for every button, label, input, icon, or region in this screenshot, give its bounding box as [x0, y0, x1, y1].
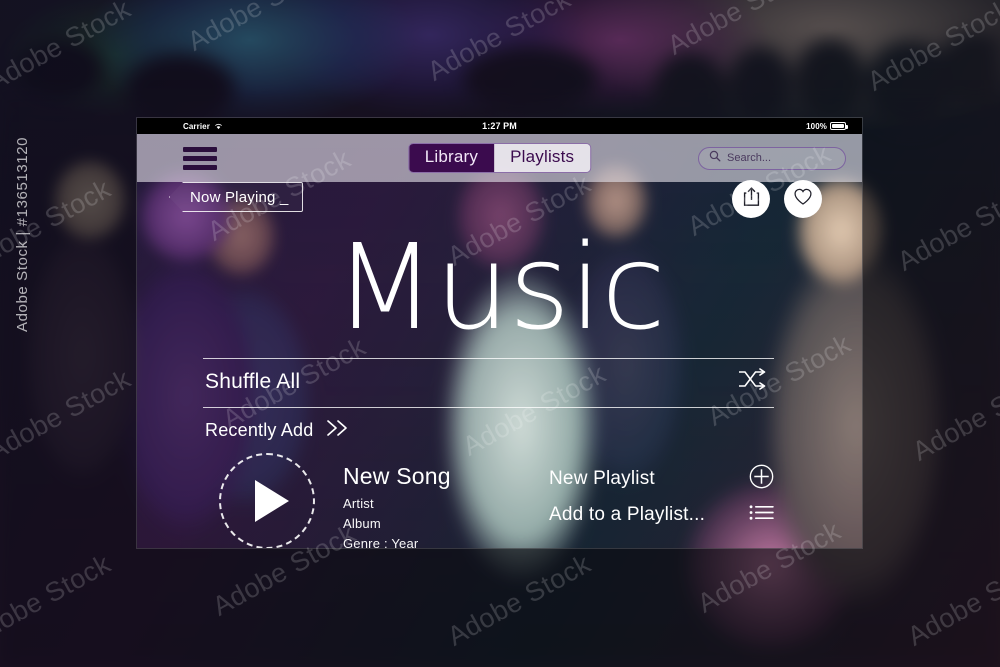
- share-button[interactable]: [732, 180, 770, 218]
- now-playing-button[interactable]: Now Playing _: [169, 182, 304, 212]
- list-icon: [749, 503, 774, 527]
- shuffle-all-row[interactable]: Shuffle All: [203, 359, 774, 407]
- status-bar: Carrier 1:27 PM 100%: [137, 118, 862, 134]
- battery-percent-label: 100%: [806, 121, 827, 131]
- search-icon: [709, 149, 721, 167]
- double-chevron-right-icon[interactable]: [325, 419, 351, 441]
- play-button[interactable]: [219, 453, 315, 548]
- song-metadata: New Song Artist Album Genre : Year: [343, 453, 451, 549]
- add-to-playlist-label: Add to a Playlist...: [549, 504, 706, 525]
- song-title: New Song: [343, 463, 451, 489]
- search-placeholder: Search...: [727, 152, 772, 164]
- library-playlists-segmented-control: Library Playlists: [407, 143, 592, 173]
- hamburger-menu-icon[interactable]: [183, 146, 217, 170]
- tab-playlists[interactable]: Playlists: [494, 144, 591, 172]
- music-app-panel: Carrier 1:27 PM 100% Library Playlists S…: [136, 117, 863, 549]
- add-to-playlist-button[interactable]: Add to a Playlist...: [549, 497, 774, 533]
- new-playlist-button[interactable]: New Playlist: [549, 461, 774, 497]
- plus-circle-icon: [749, 464, 774, 494]
- search-input[interactable]: Search...: [698, 146, 846, 170]
- tab-library[interactable]: Library: [408, 144, 495, 172]
- recently-added-row[interactable]: Recently Add: [203, 408, 774, 441]
- play-icon: [254, 480, 289, 522]
- shuffle-icon[interactable]: [738, 368, 772, 395]
- battery-full-icon: [830, 122, 848, 130]
- share-icon: [742, 186, 761, 212]
- recently-added-label: Recently Add: [205, 419, 314, 440]
- song-album: Album: [343, 516, 381, 532]
- song-genre-year: Genre : Year: [343, 536, 419, 549]
- shuffle-all-label: Shuffle All: [205, 369, 301, 393]
- status-bar-time: 1:27 PM: [482, 121, 517, 131]
- list-section: Shuffle All Recently Add: [203, 358, 774, 441]
- song-artist: Artist: [343, 496, 374, 511]
- status-bar-right: 100%: [806, 121, 848, 131]
- now-playing-card: New Song Artist Album Genre : Year New P…: [219, 453, 774, 549]
- page-title: Music: [334, 218, 666, 356]
- nav-bar: Library Playlists Search...: [137, 134, 862, 182]
- playlist-actions: New Playlist Add to a Playlist...: [549, 453, 774, 548]
- favorite-button[interactable]: [784, 180, 822, 218]
- heart-icon: [793, 187, 813, 211]
- new-playlist-label: New Playlist: [549, 468, 655, 489]
